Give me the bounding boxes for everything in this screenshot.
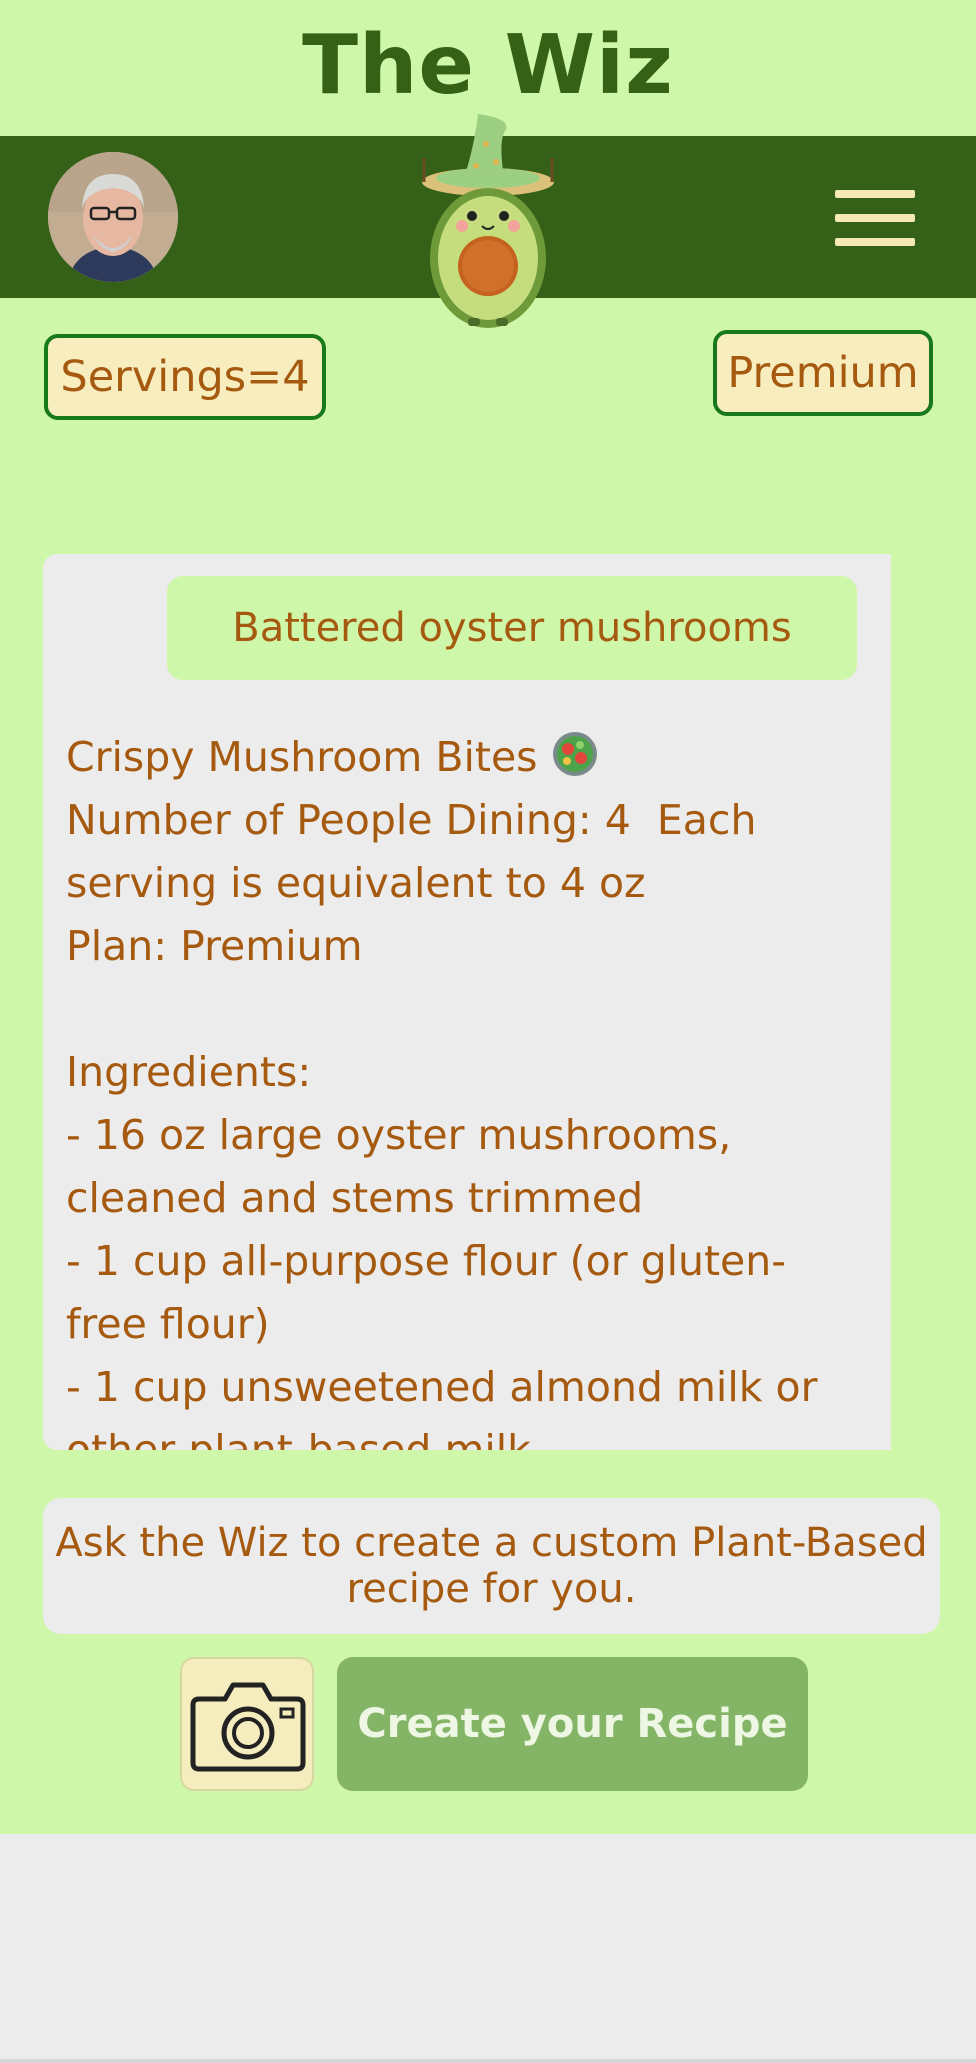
user-message: Battered oyster mushrooms [167, 576, 857, 680]
recipe-title-line: Crispy Mushroom Bites [66, 726, 866, 789]
servings-button[interactable]: Servings=4 [44, 334, 326, 420]
recipe-line: Plan: Premium [66, 922, 363, 970]
menu-line-icon [835, 238, 915, 246]
camera-icon [190, 1682, 306, 1772]
app-title: The Wiz [302, 18, 674, 113]
recipe-line [66, 978, 866, 1041]
recipe-line: Number of People Dining: 4 Each serving … [66, 796, 770, 907]
avocado-wizard-icon [422, 114, 554, 328]
recipe-line: Ingredients: [66, 1048, 312, 1096]
recipe-chat-panel[interactable]: Battered oyster mushrooms Crispy Mushroo… [43, 554, 891, 1450]
menu-line-icon [835, 214, 915, 222]
recipe-title: Crispy Mushroom Bites [66, 733, 538, 781]
recipe-line: - 1 cup unsweetened almond milk or other… [66, 1363, 831, 1450]
plan-button[interactable]: Premium [713, 330, 933, 416]
page: The Wiz Servings=4 Premium Battered oyst… [0, 0, 976, 2063]
salad-bowl-icon [552, 732, 597, 776]
recipe-prompt-input[interactable]: Ask the Wiz to create a custom Plant-Bas… [43, 1498, 940, 1634]
menu-line-icon [835, 190, 915, 198]
app-container: The Wiz Servings=4 Premium Battered oyst… [0, 0, 976, 1834]
hamburger-menu-button[interactable] [835, 190, 915, 246]
user-avatar-icon [48, 152, 178, 282]
recipe-response: Crispy Mushroom Bites Number of People D… [66, 726, 866, 1450]
avatar[interactable] [48, 152, 178, 282]
avocado-wizard-mascot [418, 108, 558, 328]
recipe-line: - 1 cup all-purpose flour (or gluten-fre… [66, 1237, 787, 1348]
create-recipe-button[interactable]: Create your Recipe [337, 1657, 808, 1791]
recipe-line: - 16 oz large oyster mushrooms, cleaned … [66, 1111, 745, 1222]
divider [0, 2059, 976, 2063]
camera-button[interactable] [180, 1657, 314, 1791]
